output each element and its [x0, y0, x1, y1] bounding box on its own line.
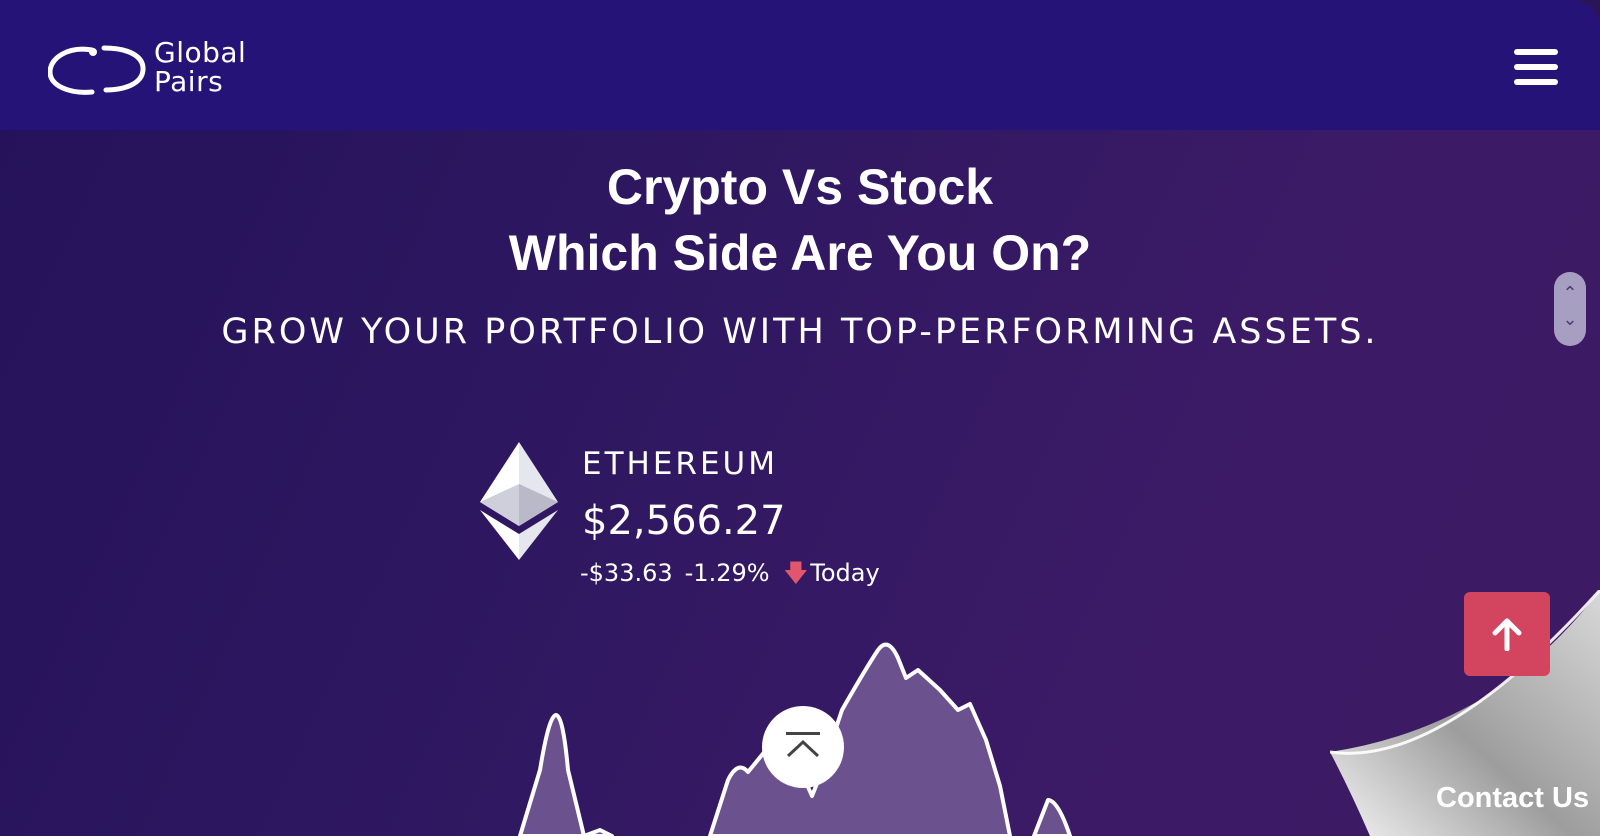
hero-title: Crypto Vs Stock Which Side Are You On?: [0, 154, 1600, 286]
hamburger-menu-icon[interactable]: [1514, 49, 1558, 85]
chevron-down-icon[interactable]: ⌄: [1554, 310, 1586, 328]
hero-subtitle: GROW YOUR PORTFOLIO WITH TOP-PERFORMING …: [221, 312, 1379, 352]
asset-ticker: ETHEREUM $2,566.27 -$33.63 -1.29% 🡇Today: [478, 440, 898, 590]
logo-line-1: Global: [154, 36, 247, 69]
site-logo[interactable]: Global Pairs: [48, 38, 268, 100]
chevron-up-icon: [786, 739, 820, 758]
asset-price: $2,566.27: [582, 498, 786, 544]
asset-change-value: -$33.63: [580, 559, 673, 587]
arrow-down-icon: 🡇: [783, 559, 809, 587]
back-to-top-bar: [786, 732, 820, 735]
global-pairs-logo-icon: [48, 45, 146, 95]
menu-bar-middle: [1514, 64, 1558, 70]
scroll-control[interactable]: ⌃ ⌄: [1554, 272, 1586, 346]
hero-title-line-1: Crypto Vs Stock: [606, 159, 994, 215]
logo-wordmark: Global Pairs: [154, 38, 246, 96]
menu-bar-top: [1514, 49, 1558, 55]
asset-change-row: -$33.63 -1.29% 🡇Today: [580, 556, 880, 597]
contact-us-link[interactable]: Contact Us: [1436, 782, 1589, 815]
menu-bar-bottom: [1514, 79, 1558, 85]
hero-title-line-2: Which Side Are You On?: [508, 225, 1092, 281]
arrow-up-icon: [1492, 618, 1522, 651]
chart-area-tail: [1032, 798, 1072, 836]
asset-change-period: Today: [810, 559, 880, 587]
asset-change-percent: -1.29%: [684, 559, 770, 587]
page-frame: Global Pairs Crypto Vs Stock Which Side …: [0, 0, 1600, 836]
chart-area: [518, 713, 614, 836]
logo-line-2: Pairs: [154, 65, 224, 98]
scroll-up-button[interactable]: [1464, 592, 1550, 676]
chart-area-main: [708, 642, 1012, 836]
back-to-top-icon[interactable]: [762, 706, 844, 788]
chevron-up-icon[interactable]: ⌃: [1554, 284, 1586, 302]
ethereum-icon: [480, 442, 558, 560]
asset-name: ETHEREUM: [582, 446, 778, 482]
site-header: Global Pairs: [0, 0, 1600, 130]
